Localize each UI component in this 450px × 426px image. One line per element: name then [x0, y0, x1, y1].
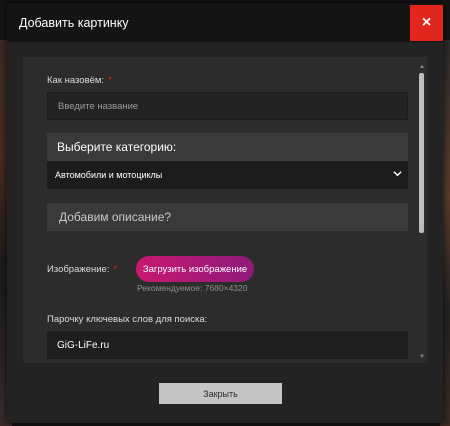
name-input-placeholder: Введите название: [58, 100, 139, 112]
required-mark: *: [108, 75, 112, 86]
required-mark: *: [113, 264, 118, 275]
close-button[interactable]: Закрыть: [159, 383, 282, 404]
modal-header: Добавить картинку ×: [7, 3, 443, 42]
category-select-value: Автомобили и мотоциклы: [55, 170, 163, 180]
upload-image-button[interactable]: Загрузить изображение: [136, 256, 254, 282]
category-select[interactable]: Автомобили и мотоциклы: [47, 161, 408, 189]
add-image-modal: Добавить картинку × Как назовём: * Введит…: [7, 3, 443, 423]
keywords-label: Парочку ключевых слов для поиска:: [47, 314, 208, 325]
image-label: Изображение: *: [47, 264, 118, 275]
caret-down-icon[interactable]: ▼: [418, 353, 426, 361]
scrollbar[interactable]: ▲ ▼: [417, 57, 427, 363]
modal-body-scroll-area[interactable]: Как назовём: * Введите название Выберите …: [23, 57, 427, 363]
keywords-input[interactable]: GiG-LiFe.ru: [47, 331, 408, 359]
modal-footer: Закрыть: [7, 375, 443, 423]
category-prompt: Выберите категорию:: [47, 133, 408, 161]
modal-title: Добавить картинку: [19, 16, 129, 30]
caret-up-icon[interactable]: ▲: [418, 63, 426, 71]
close-modal-button[interactable]: ×: [410, 5, 443, 41]
recommended-size-hint: Рекомендуемое: 7680×4320: [137, 283, 248, 293]
name-input[interactable]: Введите название: [47, 92, 408, 120]
chevron-down-icon: [393, 171, 402, 177]
description-toggle[interactable]: Добавим описание?: [47, 203, 408, 231]
keywords-input-value: GiG-LiFe.ru: [57, 339, 110, 351]
name-label: Как назовём: *: [47, 75, 112, 86]
scrollbar-thumb[interactable]: [419, 73, 424, 233]
close-icon: ×: [421, 14, 432, 31]
